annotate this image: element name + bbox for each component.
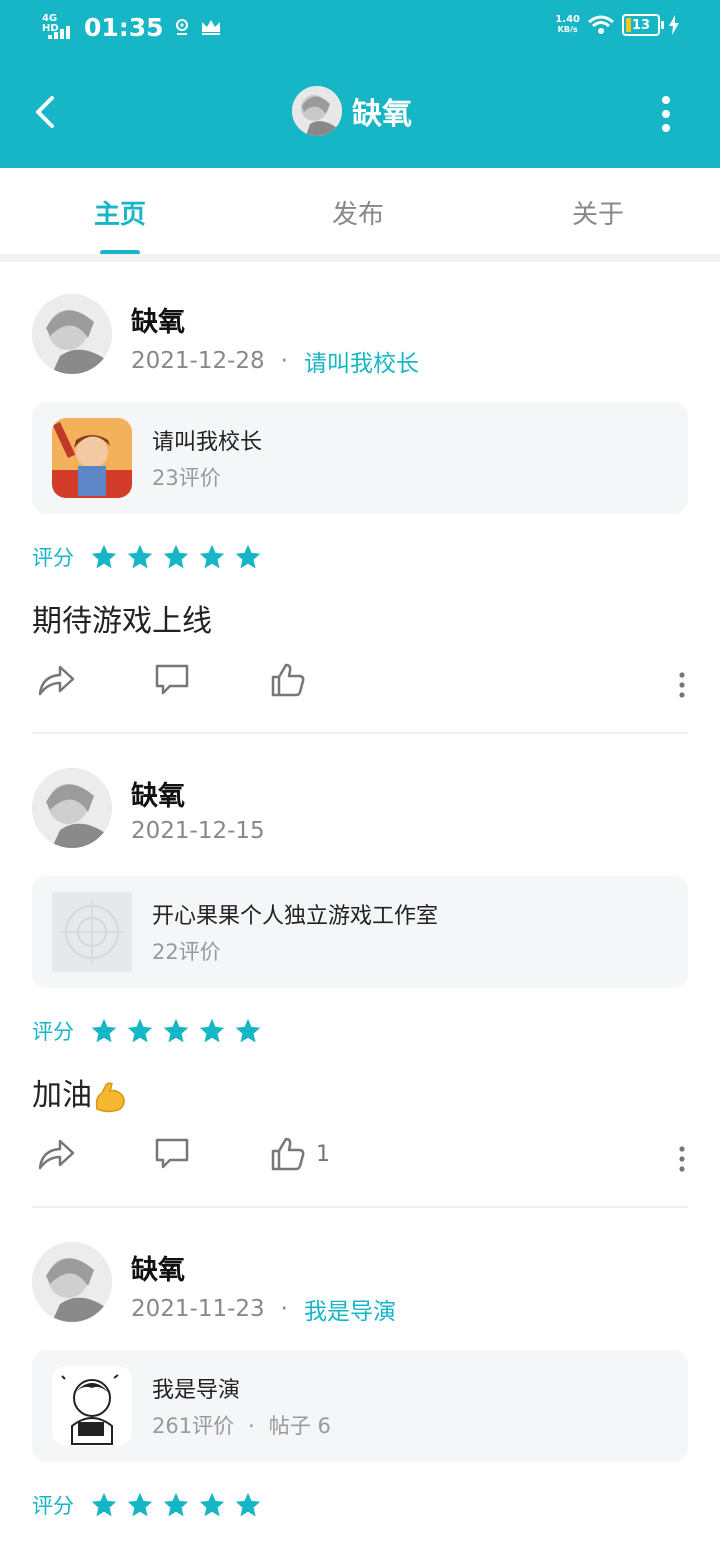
- author-name[interactable]: 缺氧: [131, 774, 185, 813]
- tab-bar: 主页 发布 关于: [0, 168, 720, 255]
- post-meta: 2021-12-15: [131, 818, 265, 844]
- game-link[interactable]: 我是导演: [304, 1292, 396, 1326]
- comment-button[interactable]: [154, 662, 190, 698]
- stats-separator: ·: [248, 1414, 255, 1438]
- review-count: 22评价: [152, 940, 221, 964]
- author-name[interactable]: 缺氧: [131, 300, 185, 339]
- game-title: 请叫我校长: [152, 430, 263, 455]
- game-title: 我是导演: [152, 1378, 241, 1403]
- comment-button[interactable]: [154, 1136, 190, 1172]
- game-card[interactable]: 请叫我校长 23评价: [32, 402, 688, 514]
- post-text-content: 加油: [32, 1078, 92, 1113]
- network-speed: 1.40 KB/s: [555, 14, 580, 35]
- post-item: 缺氧 2021-12-28 · 请叫我校长 请叫我校长 23评价 评分 期待游戏…: [0, 262, 720, 734]
- section-divider: [0, 254, 720, 262]
- comment-icon: [155, 664, 189, 695]
- star-icon: [199, 544, 225, 569]
- share-icon: [38, 1139, 75, 1170]
- post-meta: 2021-12-28 · 请叫我校长: [131, 344, 419, 378]
- location-icon: [175, 19, 188, 35]
- meta-separator: ·: [280, 348, 288, 374]
- more-options-icon[interactable]: [676, 672, 688, 698]
- header-avatar[interactable]: [292, 86, 342, 136]
- game-title: 开心果果个人独立游戏工作室: [152, 904, 439, 929]
- post-date: 2021-12-28: [131, 348, 265, 374]
- avatar[interactable]: [32, 1242, 112, 1322]
- header-title-group: 缺氧: [292, 86, 412, 136]
- charging-icon: [669, 15, 679, 35]
- review-count: 23评价: [152, 466, 221, 490]
- post-divider: [32, 1206, 688, 1208]
- star-icon: [127, 1018, 153, 1043]
- review-count: 261评价: [152, 1414, 235, 1438]
- star-icon: [235, 1018, 261, 1043]
- card-stats: 261评价 · 帖子 6: [152, 1410, 331, 1440]
- star-icon: [199, 1018, 225, 1043]
- post-actions: [32, 662, 688, 708]
- avatar[interactable]: [32, 768, 112, 848]
- game-icon: [52, 1366, 132, 1446]
- app-bar: 缺氧: [0, 56, 720, 168]
- like-button[interactable]: 1: [270, 1136, 330, 1172]
- share-button[interactable]: [36, 1136, 76, 1172]
- share-button[interactable]: [36, 662, 76, 698]
- game-card[interactable]: 我是导演 261评价 · 帖子 6: [32, 1350, 688, 1462]
- more-vertical-icon[interactable]: [656, 94, 676, 134]
- star-icon: [235, 544, 261, 569]
- post-text: 期待游戏上线: [32, 604, 212, 639]
- crown-icon: [201, 20, 220, 35]
- post-item: 缺氧 2021-12-15 开心果果个人独立游戏工作室 22评价 评分 加油 1: [0, 736, 720, 1208]
- star-icon: [91, 1492, 117, 1517]
- star-icon: [91, 544, 117, 569]
- tab-home[interactable]: 主页: [94, 194, 146, 231]
- flexed-biceps-emoji-icon: [95, 1081, 125, 1112]
- rating-label: 评分: [32, 1020, 74, 1044]
- post-date: 2021-11-23: [131, 1296, 265, 1322]
- like-count: 1: [316, 1141, 330, 1167]
- post-actions: 1: [32, 1136, 688, 1182]
- author-name[interactable]: 缺氧: [131, 1248, 185, 1287]
- rating: 评分: [32, 542, 262, 572]
- star-icon: [199, 1492, 225, 1517]
- rating-label: 评分: [32, 546, 74, 570]
- thumbs-up-icon: [271, 1137, 305, 1171]
- tab-about[interactable]: 关于: [572, 194, 624, 231]
- share-icon: [38, 665, 75, 696]
- rating: 评分: [32, 1016, 262, 1046]
- avatar[interactable]: [32, 294, 112, 374]
- star-icon: [163, 544, 189, 569]
- page-title: 缺氧: [352, 97, 412, 132]
- post-date: 2021-12-15: [131, 818, 265, 844]
- post-item: 缺氧 2021-11-23 · 我是导演 我是导演 261评价 · 帖子 6 评分: [0, 1210, 720, 1560]
- star-icon: [127, 1492, 153, 1517]
- signal-icon: 4G HD: [42, 12, 74, 42]
- back-arrow-icon[interactable]: [28, 92, 64, 132]
- star-icon: [163, 1492, 189, 1517]
- thumbs-up-icon: [271, 663, 305, 697]
- post-count: 帖子 6: [268, 1414, 331, 1438]
- clock: 01:35: [84, 12, 164, 42]
- wifi-icon: [588, 15, 614, 34]
- like-button[interactable]: [270, 662, 316, 698]
- rating: 评分: [32, 1490, 262, 1520]
- tab-publish[interactable]: 发布: [332, 194, 384, 231]
- game-icon: [52, 418, 132, 498]
- placeholder-image-icon: [52, 892, 132, 972]
- post-meta: 2021-11-23 · 我是导演: [131, 1292, 396, 1326]
- star-icon: [127, 544, 153, 569]
- post-divider: [32, 732, 688, 734]
- meta-separator: ·: [280, 1296, 288, 1322]
- battery-icon: 13: [622, 14, 664, 36]
- star-icon: [235, 1492, 261, 1517]
- game-card[interactable]: 开心果果个人独立游戏工作室 22评价: [32, 876, 688, 988]
- comment-icon: [155, 1138, 189, 1169]
- status-bar: 4G HD 01:35 1.40 KB/s 13: [0, 0, 720, 56]
- post-text: 加油: [32, 1070, 128, 1115]
- game-link[interactable]: 请叫我校长: [304, 344, 419, 378]
- star-icon: [91, 1018, 117, 1043]
- rating-label: 评分: [32, 1494, 74, 1518]
- more-options-icon[interactable]: [676, 1146, 688, 1172]
- star-icon: [163, 1018, 189, 1043]
